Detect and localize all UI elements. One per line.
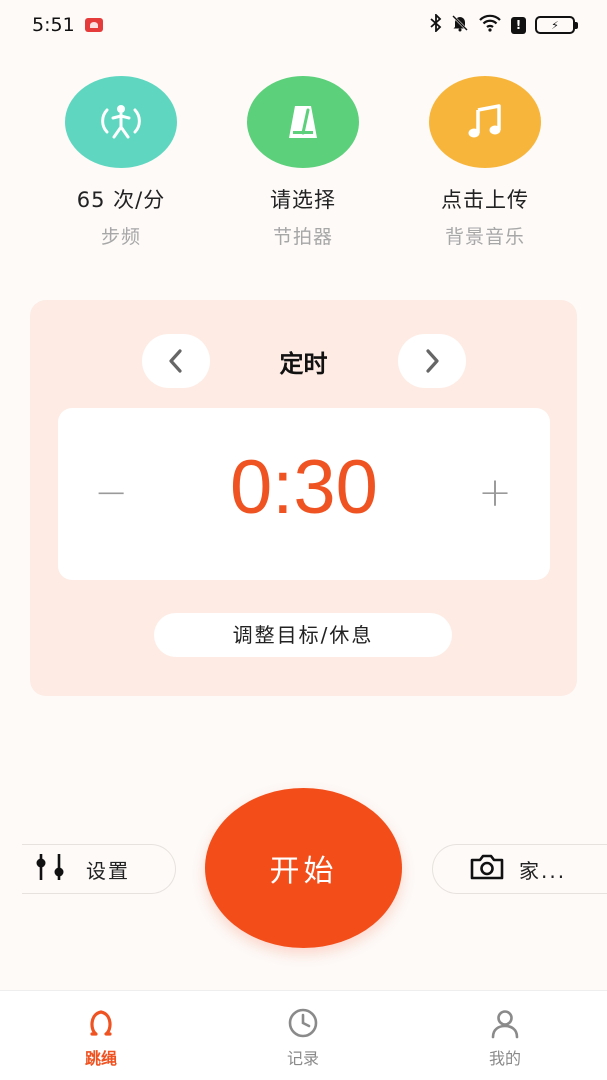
increase-time-button[interactable]: + bbox=[468, 466, 522, 520]
tab-profile[interactable]: 我的 bbox=[445, 1007, 565, 1069]
mode-title: 定时 bbox=[279, 350, 328, 378]
bottom-nav: 跳绳 记录 我的 bbox=[0, 990, 607, 1080]
tab-label: 跳绳 bbox=[84, 1049, 117, 1068]
settings-button[interactable]: 设置 bbox=[22, 844, 176, 894]
family-label: 家... bbox=[519, 858, 567, 883]
tab-label: 记录 bbox=[286, 1049, 319, 1068]
adjust-target-button[interactable]: 调整目标/休息 bbox=[154, 613, 452, 657]
notification-app-icon bbox=[84, 18, 103, 32]
start-button[interactable]: 开始 bbox=[205, 788, 402, 948]
tab-records[interactable]: 记录 bbox=[243, 1007, 363, 1069]
cadence-label: 步频 bbox=[100, 226, 141, 248]
jump-rope-person-icon[interactable] bbox=[65, 76, 177, 168]
status-time: 5:51 bbox=[32, 14, 75, 36]
settings-label: 设置 bbox=[86, 858, 130, 883]
jump-rope-icon bbox=[41, 1007, 161, 1039]
alert-icon: ! bbox=[511, 16, 526, 34]
music-value: 点击上传 bbox=[441, 188, 529, 212]
metronome-icon[interactable] bbox=[247, 76, 359, 168]
status-bar: 5:51 ! ⚡ bbox=[0, 0, 607, 50]
music-note-icon[interactable] bbox=[429, 76, 541, 168]
clock-icon bbox=[243, 1007, 363, 1039]
time-display: − 0:30 + bbox=[58, 408, 550, 580]
family-button[interactable]: 家... bbox=[432, 844, 607, 894]
metronome-label: 节拍器 bbox=[272, 226, 333, 248]
music-option[interactable]: 点击上传 背景音乐 bbox=[385, 76, 585, 249]
cadence-option[interactable]: 65 次/分 步频 bbox=[21, 76, 221, 249]
tab-jump-rope[interactable]: 跳绳 bbox=[41, 1007, 161, 1069]
camera-icon bbox=[469, 853, 505, 885]
tab-label: 我的 bbox=[488, 1049, 521, 1068]
metronome-option[interactable]: 请选择 节拍器 bbox=[203, 76, 403, 249]
timer-card: 定时 − 0:30 + 调整目标/休息 bbox=[30, 300, 577, 696]
next-mode-button[interactable] bbox=[398, 334, 466, 388]
chevron-right-icon bbox=[426, 349, 439, 373]
cadence-value: 65 次/分 bbox=[76, 188, 166, 212]
bluetooth-icon bbox=[430, 12, 442, 36]
sliders-icon bbox=[32, 852, 68, 886]
bell-muted-icon bbox=[451, 14, 469, 36]
quick-options: 65 次/分 步频 请选择 节拍器 点击上传 背景音乐 bbox=[0, 76, 607, 256]
battery-icon: ⚡ bbox=[535, 16, 578, 34]
metronome-value: 请选择 bbox=[270, 188, 336, 212]
wifi-icon bbox=[478, 14, 502, 36]
music-label: 背景音乐 bbox=[444, 226, 525, 248]
profile-icon bbox=[445, 1007, 565, 1039]
